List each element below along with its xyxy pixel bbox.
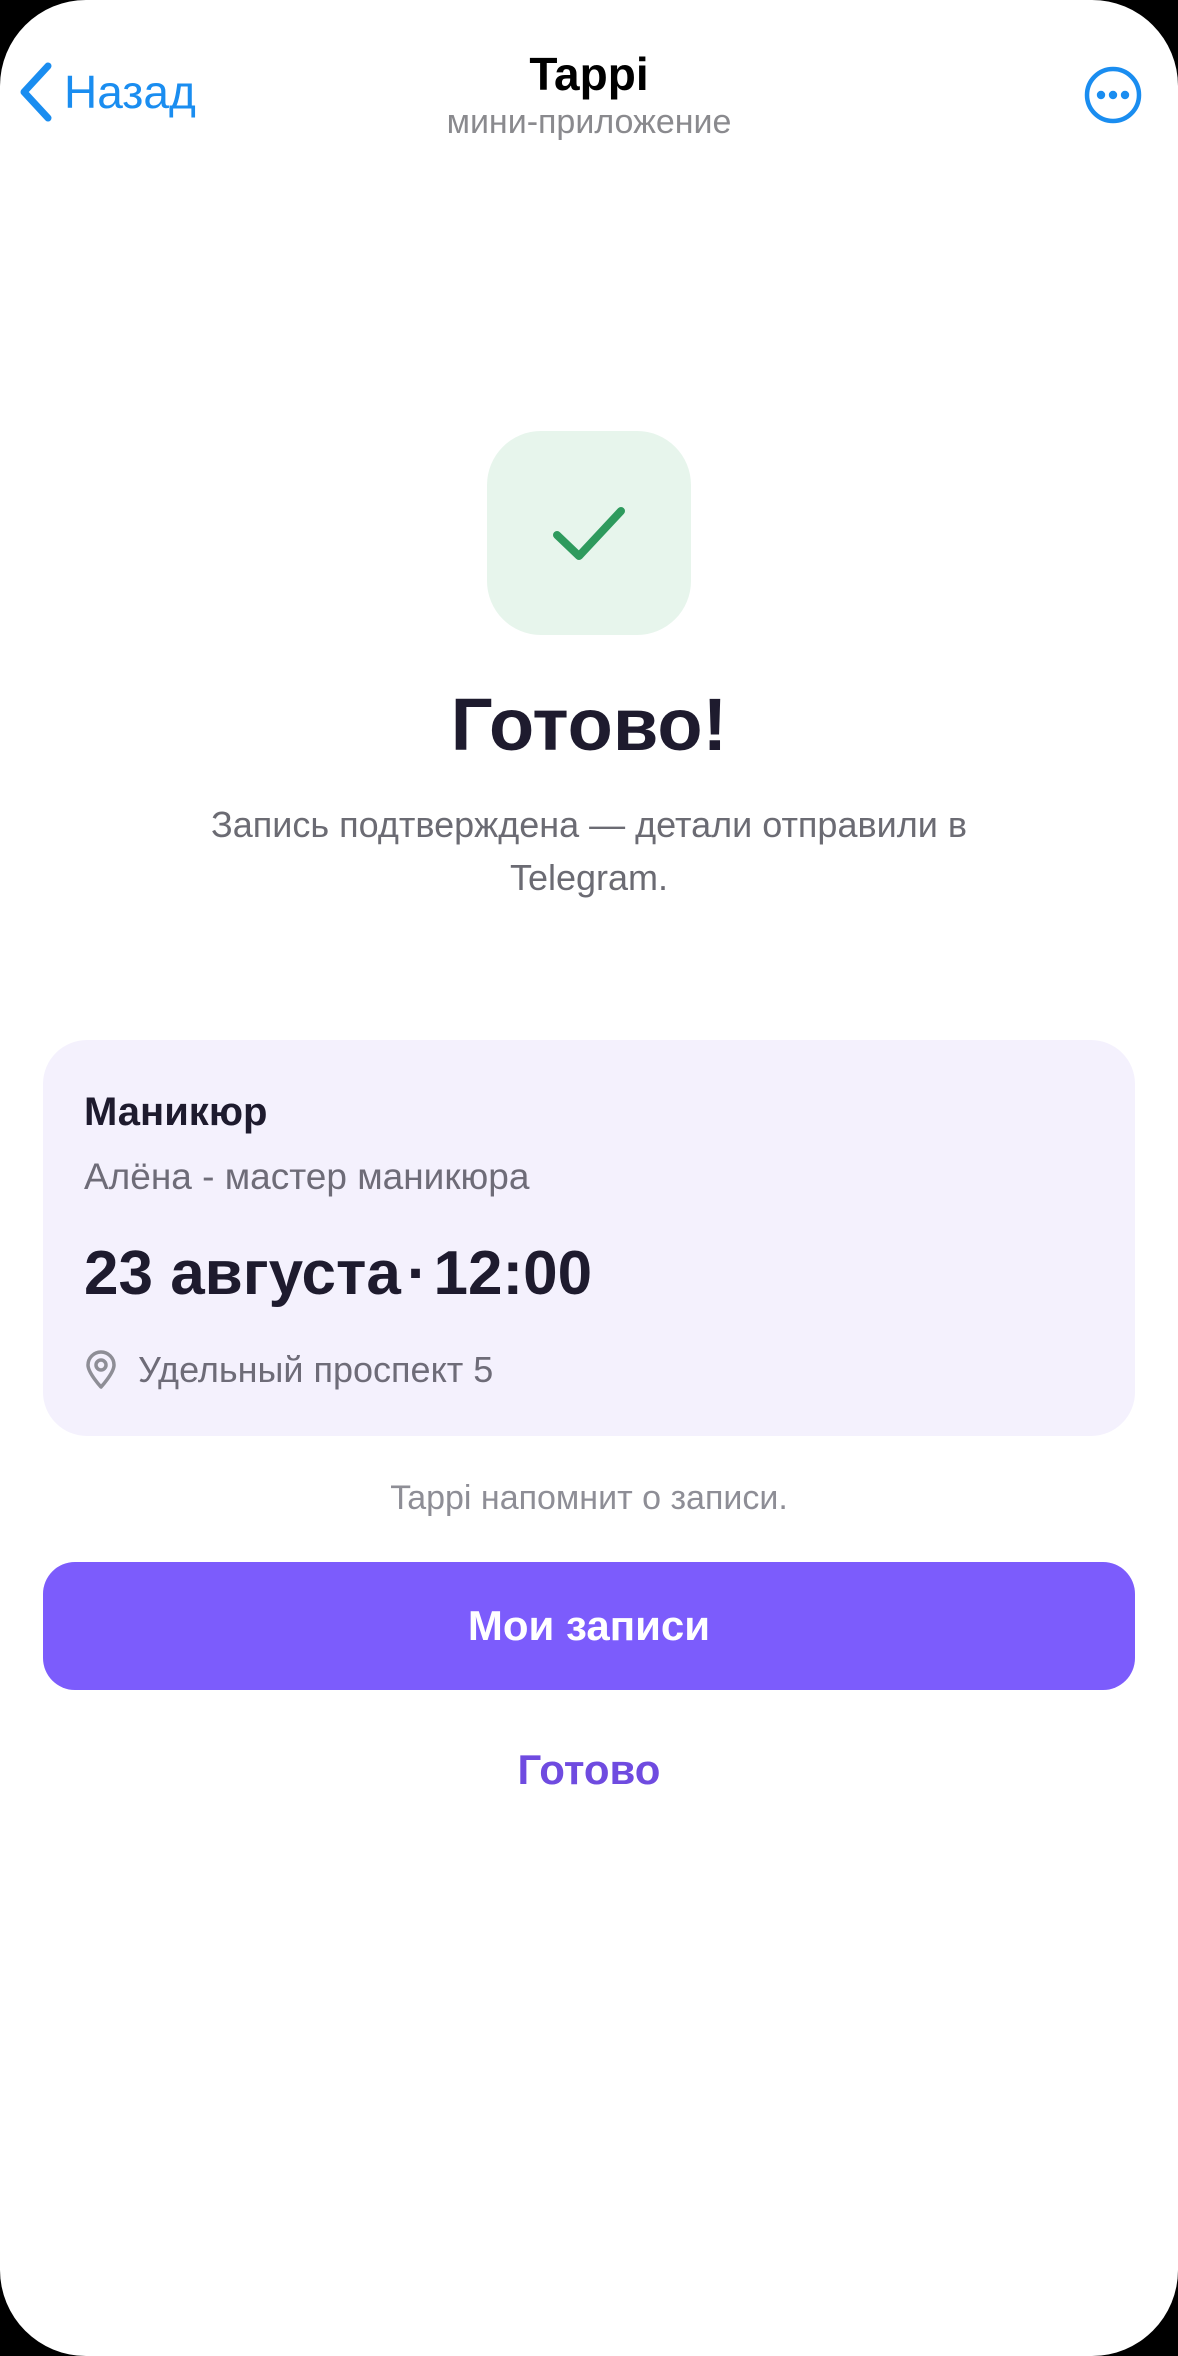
app-title: Tappi [529, 48, 649, 100]
reminder-note: Tappi напомнит о записи. [390, 1479, 788, 1517]
screen: Назад Tappi мини-приложение Готово! Запи… [0, 0, 1178, 2356]
more-button[interactable] [1084, 66, 1142, 124]
success-badge [487, 431, 691, 635]
master-name: Алёна - мастер маникюра [84, 1156, 530, 1197]
more-icon [1084, 66, 1142, 124]
service-name: Маникюр [84, 1090, 268, 1134]
booking-address: Удельный проспект 5 [84, 1346, 493, 1394]
success-description: Запись подтверждена — детали отправили в… [211, 804, 967, 898]
title-block: Tappi мини-приложение [0, 46, 1178, 142]
booking-card: Маникюр Алёна - мастер маникюра 23 авгус… [43, 1040, 1135, 1436]
success-title: Готово! [450, 683, 728, 766]
address-text: Удельный проспект 5 [138, 1349, 494, 1390]
booking-datetime: 23 августа·12:00 [84, 1238, 592, 1310]
location-pin-icon [86, 1350, 116, 1389]
top-bar: Назад Tappi мини-приложение [0, 0, 1178, 150]
app-subtitle: мини-приложение [446, 103, 732, 141]
booking-date: 23 августа [84, 1239, 401, 1308]
done-button[interactable]: Готово [0, 1744, 1178, 1796]
my-bookings-button[interactable]: Мои записи [43, 1562, 1135, 1690]
booking-time: 12:00 [433, 1239, 593, 1308]
checkmark-icon [553, 507, 625, 560]
datetime-separator: · [406, 1239, 428, 1308]
